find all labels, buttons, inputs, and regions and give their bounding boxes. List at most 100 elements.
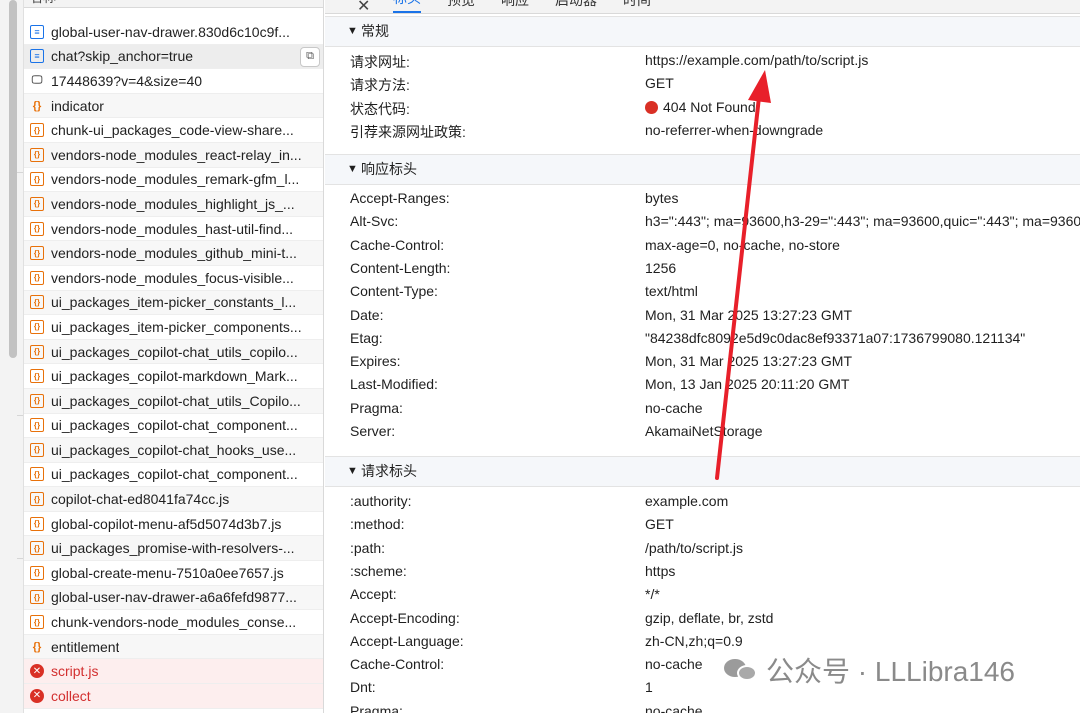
request-name: vendors-node_modules_github_mini-t... xyxy=(51,245,297,262)
list-item[interactable]: {} ui_packages_copilot-chat_component... xyxy=(24,463,323,488)
tab-response[interactable]: 响应 xyxy=(501,0,529,13)
list-item[interactable]: {} indicator xyxy=(24,93,323,119)
header-row: :path: /path/to/script.js xyxy=(325,537,1080,560)
header-value[interactable]: /path/to/script.js xyxy=(645,540,743,556)
list-item[interactable]: {} global-create-menu-7510a0ee7657.js xyxy=(24,561,323,586)
list-item[interactable]: {} ui_packages_copilot-chat_utils_Copilo.… xyxy=(24,388,323,414)
header-value[interactable]: gzip, deflate, br, zstd xyxy=(645,610,773,626)
header-value[interactable]: 404 Not Found xyxy=(645,99,756,115)
error-icon: ✕ xyxy=(30,664,44,679)
header-row: Cache-Control: max-age=0, no-cache, no-st… xyxy=(325,234,1080,257)
header-row: Date: Mon, 31 Mar 2025 13:27:23 GMT xyxy=(325,304,1080,327)
header-key: Alt-Svc: xyxy=(350,213,399,230)
header-row: Pragma: no-cache xyxy=(325,397,1080,420)
script-icon: {} xyxy=(30,615,44,630)
list-item[interactable]: {} chunk-ui_packages_code-view-share... xyxy=(24,118,323,143)
list-item[interactable]: ✕ script.js xyxy=(24,659,323,685)
list-item[interactable]: {} ui_packages_copilot-chat_utils_copilo.… xyxy=(24,339,323,365)
header-row: Alt-Svc: h3=":443"; ma=93600,h3-29=":443"… xyxy=(325,210,1080,233)
header-value[interactable]: max-age=0, no-cache, no-store xyxy=(645,237,840,253)
triangle-down-icon: ▼ xyxy=(347,465,358,477)
header-value[interactable]: Mon, 31 Mar 2025 13:27:23 GMT xyxy=(645,307,852,323)
header-value[interactable]: https xyxy=(645,563,675,579)
list-item[interactable]: ≡ chat?skip_anchor=true ⧉ xyxy=(24,44,323,70)
list-item[interactable]: {} chunk-vendors-node_modules_conse... xyxy=(24,610,323,635)
section-title: 常规 xyxy=(361,23,389,39)
header-value[interactable]: "84238dfc8092e5d9c0dac8ef93371a07:173679… xyxy=(645,330,1025,346)
header-row: 请求方法: GET xyxy=(325,72,1080,95)
header-row: 引荐来源网址政策: no-referrer-when-downgrade xyxy=(325,119,1080,142)
header-value[interactable]: 1 xyxy=(645,679,653,695)
request-headers-section-header[interactable]: ▼ 请求标头 xyxy=(325,456,1080,487)
header-value[interactable]: GET xyxy=(645,75,674,91)
header-key: Dnt: xyxy=(350,679,376,696)
response-headers-section-header[interactable]: ▼ 响应标头 xyxy=(325,154,1080,185)
general-section-header[interactable]: ▼ 常规 xyxy=(325,16,1080,47)
header-value[interactable]: example.com xyxy=(645,493,728,509)
name-column-header[interactable]: 名称 xyxy=(24,0,323,8)
header-value[interactable]: bytes xyxy=(645,190,678,206)
script-icon: {} xyxy=(30,393,44,408)
script-icon: {} xyxy=(30,541,44,556)
tab-preview[interactable]: 预览 xyxy=(447,0,475,13)
watermark: 公众号 · LLLibra146 xyxy=(724,650,1015,690)
close-icon[interactable]: ✕ xyxy=(357,0,370,16)
header-key: Pragma: xyxy=(350,399,403,416)
list-item[interactable]: {} ui_packages_copilot-chat_component... xyxy=(24,414,323,439)
header-value[interactable]: */* xyxy=(645,586,660,602)
header-value[interactable]: GET xyxy=(645,516,674,532)
header-value[interactable]: zh-CN,zh;q=0.9 xyxy=(645,633,743,649)
header-value[interactable]: text/html xyxy=(645,283,698,299)
list-item[interactable]: {} copilot-chat-ed8041fa74cc.js xyxy=(24,487,323,512)
header-value[interactable]: Mon, 31 Mar 2025 13:27:23 GMT xyxy=(645,353,852,369)
header-key: :path: xyxy=(350,539,386,556)
request-name: vendors-node_modules_hast-util-find... xyxy=(51,220,294,237)
list-item[interactable]: {} ui_packages_promise-with-resolvers-... xyxy=(24,536,323,562)
list-item[interactable]: {} vendors-node_modules_focus-visible... xyxy=(24,266,323,291)
page-scrollbar[interactable] xyxy=(9,0,17,358)
header-value[interactable]: Mon, 13 Jan 2025 20:11:20 GMT xyxy=(645,376,849,392)
tab-timing[interactable]: 时间 xyxy=(623,0,651,13)
list-item[interactable]: {} ui_packages_copilot-markdown_Mark... xyxy=(24,364,323,389)
header-value[interactable]: no-cache xyxy=(645,703,703,713)
list-item[interactable]: 🖵 17448639?v=4&size=40 xyxy=(24,69,323,94)
request-name: copilot-chat-ed8041fa74cc.js xyxy=(51,491,230,508)
header-value[interactable]: https://example.com/path/to/script.js xyxy=(645,52,868,68)
script-icon: {} xyxy=(30,147,44,162)
header-value[interactable]: h3=":443"; ma=93600,h3-29=":443"; ma=936… xyxy=(645,213,1080,229)
script-icon: {} xyxy=(30,246,44,261)
triangle-down-icon: ▼ xyxy=(347,163,358,175)
list-item[interactable]: {} entitlement xyxy=(24,634,323,660)
header-value[interactable]: no-cache xyxy=(645,656,703,672)
script-icon: {} xyxy=(30,492,44,507)
status-text: 404 Not Found xyxy=(663,98,756,115)
list-item[interactable]: {} vendors-node_modules_github_mini-t... xyxy=(24,241,323,266)
list-item[interactable]: {} vendors-node_modules_hast-util-find... xyxy=(24,217,323,242)
script-icon: {} xyxy=(30,221,44,236)
list-item[interactable]: {} ui_packages_item-picker_components... xyxy=(24,315,323,340)
list-item[interactable]: ✕ collect xyxy=(24,684,323,709)
request-name: global-create-menu-7510a0ee7657.js xyxy=(51,564,284,581)
header-value[interactable]: 1256 xyxy=(645,260,676,276)
list-item[interactable]: {} vendors-node_modules_remark-gfm_l... xyxy=(24,168,323,193)
header-row: Last-Modified: Mon, 13 Jan 2025 20:11:20 … xyxy=(325,373,1080,396)
header-value[interactable]: no-referrer-when-downgrade xyxy=(645,122,823,138)
header-value[interactable]: no-cache xyxy=(645,400,703,416)
script-icon: {} xyxy=(30,123,44,138)
header-value[interactable]: AkamaiNetStorage xyxy=(645,423,763,439)
request-name: vendors-node_modules_focus-visible... xyxy=(51,269,294,286)
list-item[interactable]: {} global-user-nav-drawer-a6a6fefd9877... xyxy=(24,585,323,611)
tab-initiator[interactable]: 启动器 xyxy=(555,0,597,13)
list-item[interactable]: {} ui_packages_copilot-chat_hooks_use... xyxy=(24,438,323,463)
list-item[interactable]: {} vendors-node_modules_highlight_js_... xyxy=(24,192,323,217)
list-item[interactable]: {} ui_packages_item-picker_constants_l... xyxy=(24,290,323,316)
monitor-icon: 🖵 xyxy=(31,74,43,87)
script-icon: {} xyxy=(30,172,44,187)
list-item[interactable]: {} vendors-node_modules_react-relay_in... xyxy=(24,142,323,168)
list-item[interactable]: ≡ global-user-nav-drawer.830d6c10c9f... xyxy=(24,20,323,45)
copy-icon[interactable]: ⧉ xyxy=(300,46,320,67)
document-icon: ≡ xyxy=(30,49,44,64)
list-item[interactable]: {} global-copilot-menu-af5d5074d3b7.js xyxy=(24,512,323,537)
tab-headers[interactable]: 标头 xyxy=(393,0,421,13)
header-key: Content-Length: xyxy=(350,259,451,276)
